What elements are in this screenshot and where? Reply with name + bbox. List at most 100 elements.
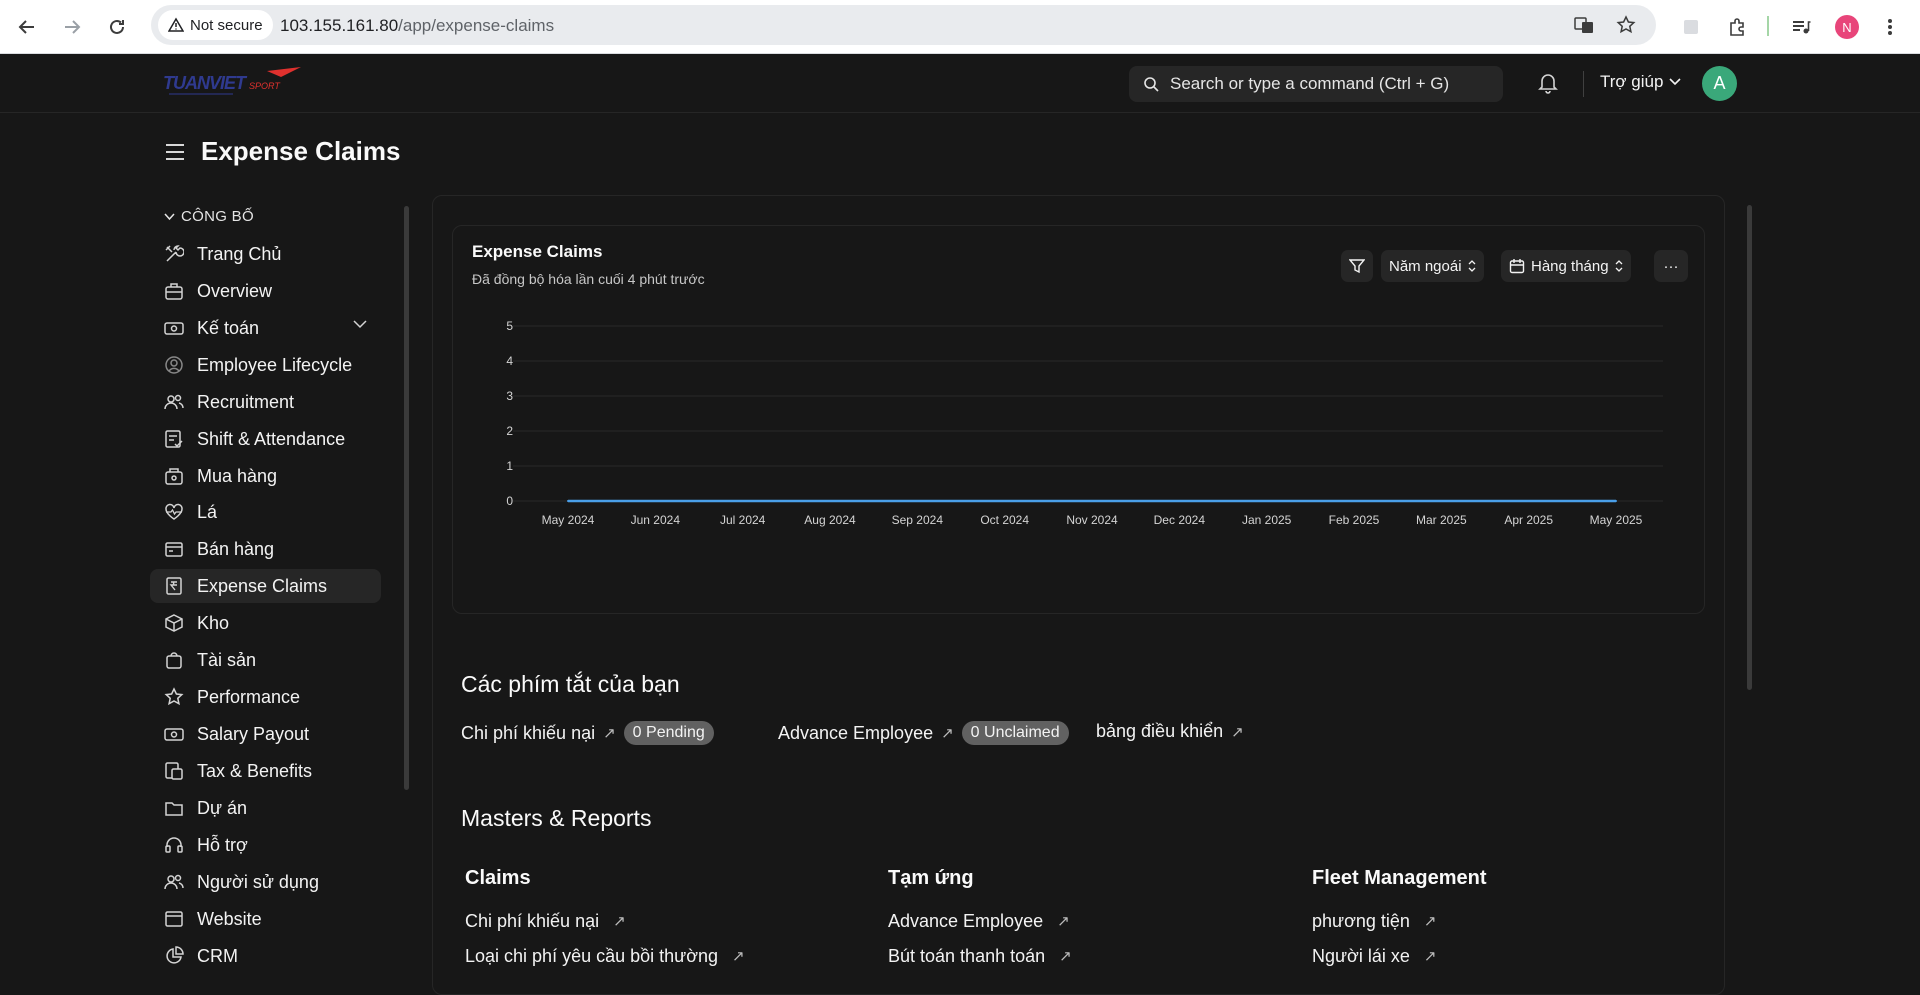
security-chip[interactable]: Not secure [158, 10, 273, 40]
x-tick-label: May 2024 [542, 513, 595, 527]
hamburger-menu-icon[interactable] [165, 143, 185, 161]
sidebar-item-ke-toan[interactable]: Kế toán [150, 311, 381, 345]
data-point[interactable] [1178, 500, 1181, 502]
sidebar-item-tai-san[interactable]: Tài sản [150, 643, 381, 677]
sidebar-section-header[interactable]: CÔNG BỐ [164, 208, 254, 225]
shortcut-label: Chi phí khiếu nại [461, 722, 596, 743]
sidebar-item-trang-chu[interactable]: Trang Chủ [150, 237, 381, 271]
masters-link[interactable]: Bút toán thanh toán ↗ [888, 945, 1288, 967]
headset-icon [165, 837, 183, 853]
translate-icon[interactable] [1573, 14, 1595, 36]
sidebar-item-website[interactable]: Website [150, 902, 381, 936]
heartbeat-icon [165, 503, 183, 520]
app-navbar: TUANVIET SPORT Search or type a command … [0, 55, 1920, 113]
data-point[interactable] [1091, 500, 1093, 502]
shortcut-label: bảng điều khiển [1096, 721, 1224, 741]
data-point[interactable] [1003, 500, 1006, 502]
sidebar-item-shift-attendance[interactable]: Shift & Attendance [150, 422, 381, 456]
address-bar[interactable]: Not secure 103.155.161.80/app/expense-cl… [151, 5, 1656, 45]
security-label: Not secure [190, 16, 263, 34]
x-tick-label: Nov 2024 [1066, 513, 1118, 527]
data-point[interactable] [1440, 500, 1443, 502]
sidebar-item-salary-payout[interactable]: Salary Payout [150, 717, 381, 751]
data-point[interactable] [654, 500, 657, 502]
external-arrow-icon: ↗ [603, 725, 616, 742]
masters-link[interactable]: Loại chi phí yêu cầu bồi thường ↗ [465, 945, 865, 967]
sidebar: CÔNG BỐ Trang Chủ Overview Kế toán Emplo… [150, 196, 390, 968]
external-arrow-icon: ↗ [1423, 948, 1437, 965]
data-point[interactable] [741, 500, 744, 502]
sidebar-item-label: Hỗ trợ [197, 834, 248, 855]
sidebar-item-performance[interactable]: Performance [150, 680, 381, 714]
sidebar-item-expense-claims[interactable]: Expense Claims [150, 569, 381, 603]
command-search[interactable]: Search or type a command (Ctrl + G) [1129, 66, 1503, 102]
sidebar-item-ho-tro[interactable]: Hỗ trợ [150, 828, 381, 862]
sidebar-item-overview[interactable]: Overview [150, 274, 381, 308]
extension-icon[interactable] [1675, 11, 1707, 43]
data-point[interactable] [567, 500, 569, 502]
select-arrows-icon [1615, 260, 1623, 272]
sidebar-item-crm[interactable]: CRM [150, 939, 381, 968]
chart-more-button[interactable]: ··· [1654, 250, 1688, 282]
link-label: Advance Employee [888, 910, 1044, 931]
sidebar-item-la[interactable]: Lá [150, 495, 381, 529]
users-icon [164, 394, 184, 410]
content-scrollbar[interactable] [1747, 205, 1752, 690]
user-avatar[interactable]: A [1702, 66, 1737, 101]
shortcut-expense-claims[interactable]: Chi phí khiếu nại ↗ 0 Pending [461, 721, 714, 745]
link-label: phương tiện [1312, 910, 1410, 931]
masters-link[interactable]: phương tiện ↗ [1312, 910, 1712, 932]
sidebar-item-mua-hang[interactable]: Mua hàng [150, 459, 381, 493]
bag-icon [166, 652, 182, 669]
sidebar-item-ban-hang[interactable]: Bán hàng [150, 532, 381, 566]
notifications-bell-icon[interactable] [1538, 72, 1558, 99]
interval-select[interactable]: Hàng tháng [1501, 250, 1631, 282]
profile-button[interactable]: N [1831, 11, 1863, 43]
data-point[interactable] [1353, 500, 1355, 502]
back-button[interactable] [11, 11, 43, 43]
x-tick-label: Apr 2025 [1504, 513, 1553, 527]
warning-triangle-icon [168, 17, 184, 32]
sidebar-item-label: Bán hàng [197, 538, 275, 559]
y-tick-label: 3 [506, 389, 513, 403]
forward-button[interactable] [56, 11, 88, 43]
sidebar-item-label: Tài sản [197, 649, 257, 670]
data-point[interactable] [1615, 500, 1617, 502]
sidebar-item-du-an[interactable]: Dự án [150, 791, 381, 825]
sidebar-item-tax-benefits[interactable]: Tax & Benefits [150, 754, 381, 788]
profile-avatar: N [1835, 15, 1859, 39]
puzzle-icon[interactable] [1721, 11, 1753, 43]
sidebar-item-employee-lifecycle[interactable]: Employee Lifecycle [150, 348, 381, 382]
x-tick-label: Jun 2024 [631, 513, 681, 527]
reload-button[interactable] [101, 11, 133, 43]
column-title: Fleet Management [1312, 867, 1487, 889]
masters-link[interactable]: Người lái xe ↗ [1312, 945, 1712, 967]
data-point[interactable] [916, 500, 919, 502]
data-point[interactable] [829, 500, 831, 502]
url-text[interactable]: 103.155.161.80/app/expense-claims [280, 16, 554, 36]
sidebar-item-label: Performance [197, 686, 301, 707]
sidebar-item-kho[interactable]: Kho [150, 606, 381, 640]
data-point[interactable] [1527, 500, 1530, 502]
company-logo[interactable]: TUANVIET SPORT [163, 65, 303, 99]
shortcut-dashboard[interactable]: bảng điều khiển ↗ [1096, 721, 1244, 742]
filter-button[interactable] [1341, 250, 1373, 282]
browser-menu-icon[interactable] [1874, 11, 1906, 43]
more-dots-icon: ··· [1663, 257, 1679, 275]
data-point[interactable] [1265, 500, 1268, 502]
media-queue-icon[interactable] [1785, 11, 1817, 43]
sidebar-item-nguoi-su-dung[interactable]: Người sử dụng [150, 865, 381, 899]
sidebar-scrollbar[interactable] [404, 206, 409, 790]
sidebar-item-recruitment[interactable]: Recruitment [150, 385, 381, 419]
masters-link[interactable]: Chi phí khiếu nại ↗ [465, 910, 865, 932]
period-select[interactable]: Năm ngoái [1381, 250, 1484, 282]
checklist-icon [165, 430, 183, 448]
column-title: Claims [465, 867, 531, 889]
shortcut-advance-employee[interactable]: Advance Employee ↗ 0 Unclaimed [778, 721, 1069, 745]
chevron-down-icon[interactable] [353, 320, 367, 329]
document-icon [165, 762, 183, 780]
bookmark-star-icon[interactable] [1615, 14, 1637, 36]
y-tick-label: 4 [506, 354, 513, 368]
help-dropdown[interactable]: Trợ giúp [1600, 72, 1682, 92]
masters-link[interactable]: Advance Employee ↗ [888, 910, 1288, 932]
